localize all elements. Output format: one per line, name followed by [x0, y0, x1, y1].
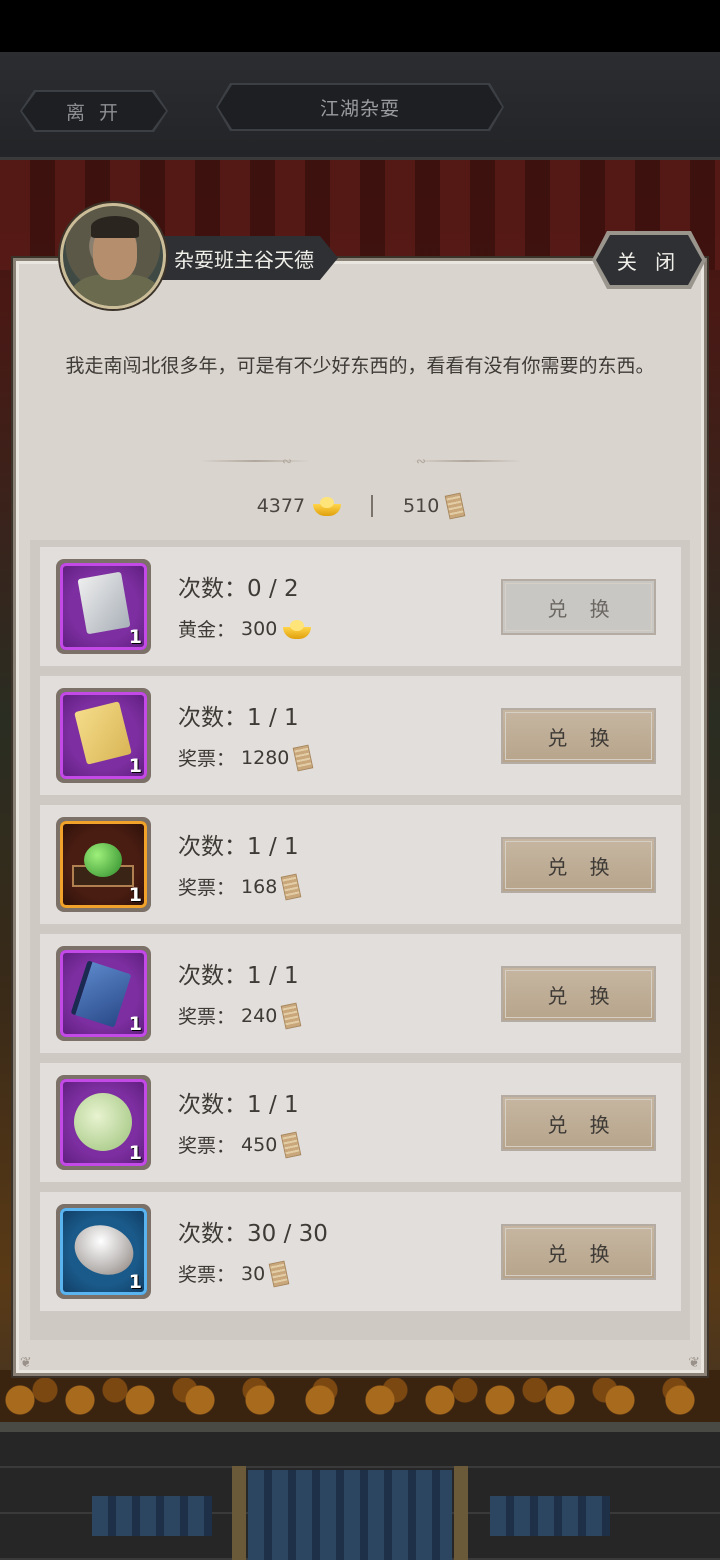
blue-roof-tiles-right [490, 1496, 610, 1536]
leave-button[interactable]: 离 开 [22, 92, 166, 130]
panel-corner-ornament: ❦ [688, 1355, 700, 1371]
ticket-icon [280, 1131, 302, 1158]
top-bar: 离 开 江湖杂耍 [0, 52, 720, 160]
shop-row: 1 次数：1 / 1 奖票： 240 兑 换 [40, 934, 681, 1053]
pillar-left [232, 1466, 246, 1560]
jade-disc-icon: 1 [60, 1079, 147, 1166]
exchange-button[interactable]: 兑 换 [501, 1224, 656, 1280]
blue-roof-tiles [248, 1470, 452, 1560]
item-price: 奖票： 240 [178, 1002, 302, 1029]
blue-book-icon: 1 [60, 950, 147, 1037]
gold-ingot-icon [283, 619, 312, 639]
yellow-scroll-icon: 1 [60, 692, 147, 779]
shop-row: 1 次数：1 / 1 奖票： 168 兑 换 [40, 805, 681, 924]
exchange-button[interactable]: 兑 换 [501, 966, 656, 1022]
exchange-count: 次数：1 / 1 [178, 834, 299, 860]
divider-curl-left: ∾ [282, 454, 293, 468]
ticket-icon [280, 1002, 302, 1029]
item-quantity: 1 [128, 1013, 142, 1035]
gold-ingot-icon [313, 496, 342, 516]
divider-ornament-left [200, 460, 310, 462]
item-quantity: 1 [128, 884, 142, 906]
ticket-icon [268, 1260, 290, 1287]
autumn-foliage [0, 1370, 720, 1430]
item-slot[interactable]: 1 [56, 817, 151, 912]
jade-orb-icon: 1 [60, 821, 147, 908]
divider-ornament-right [412, 460, 522, 462]
exchange-count: 次数：30 / 30 [178, 1221, 328, 1247]
item-quantity: 1 [128, 755, 142, 777]
roof-rail [0, 1422, 720, 1432]
ticket-amount: 510 [403, 495, 440, 517]
item-quantity: 1 [128, 1142, 142, 1164]
npc-dialog-text: 我走南闯北很多年，可是有不少好东西的，看看有没有你需要的东西。 [65, 355, 655, 377]
currency-divider [371, 495, 374, 517]
ticket-icon [293, 744, 314, 771]
close-button[interactable]: 关 闭 [596, 235, 702, 285]
exchange-count: 次数：1 / 1 [178, 705, 299, 731]
npc-name-tag: 杂耍班主谷天德 [150, 236, 338, 280]
shop-row: 1 次数：30 / 30 奖票： 30 兑 换 [40, 1192, 681, 1311]
item-quantity: 1 [128, 626, 142, 648]
item-slot[interactable]: 1 [56, 559, 151, 654]
shop-row: 1 次数：1 / 1 奖票： 450 兑 换 [40, 1063, 681, 1182]
exchange-count: 次数：0 / 2 [178, 576, 299, 602]
item-slot[interactable]: 1 [56, 946, 151, 1041]
shop-row: 1 次数：0 / 2 黄金： 300 兑 换 [40, 547, 681, 666]
pillar-right [454, 1466, 468, 1560]
exchange-button[interactable]: 兑 换 [501, 579, 656, 635]
item-price: 奖票： 168 [178, 873, 302, 900]
item-slot[interactable]: 1 [56, 1075, 151, 1170]
item-slot[interactable]: 1 [56, 1204, 151, 1299]
scene-title: 江湖杂耍 [218, 85, 502, 129]
item-quantity: 1 [128, 1271, 142, 1293]
blue-roof-tiles-left [92, 1496, 212, 1536]
panel-corner-ornament: ❦ [20, 1355, 32, 1371]
exchange-button[interactable]: 兑 换 [501, 1095, 656, 1151]
item-price: 黄金： 300 [178, 615, 312, 642]
currency-bar: 4377 510 [0, 492, 720, 520]
pearl-icon: 1 [60, 1208, 147, 1295]
exchange-button[interactable]: 兑 换 [501, 837, 656, 893]
item-slot[interactable]: 1 [56, 688, 151, 783]
status-bar [0, 0, 720, 52]
exchange-button[interactable]: 兑 换 [501, 708, 656, 764]
item-price: 奖票： 450 [178, 1131, 302, 1158]
silver-scroll-icon: 1 [60, 563, 147, 650]
item-price: 奖票： 30 [178, 1260, 290, 1287]
ticket-icon [444, 492, 466, 520]
gold-amount: 4377 [256, 495, 306, 517]
item-price: 奖票： 1280 [178, 744, 314, 771]
npc-avatar [60, 203, 166, 309]
ticket-icon [280, 873, 302, 900]
exchange-count: 次数：1 / 1 [178, 1092, 299, 1118]
exchange-count: 次数：1 / 1 [178, 963, 299, 989]
shop-row: 1 次数：1 / 1 奖票： 1280 兑 换 [40, 676, 681, 795]
